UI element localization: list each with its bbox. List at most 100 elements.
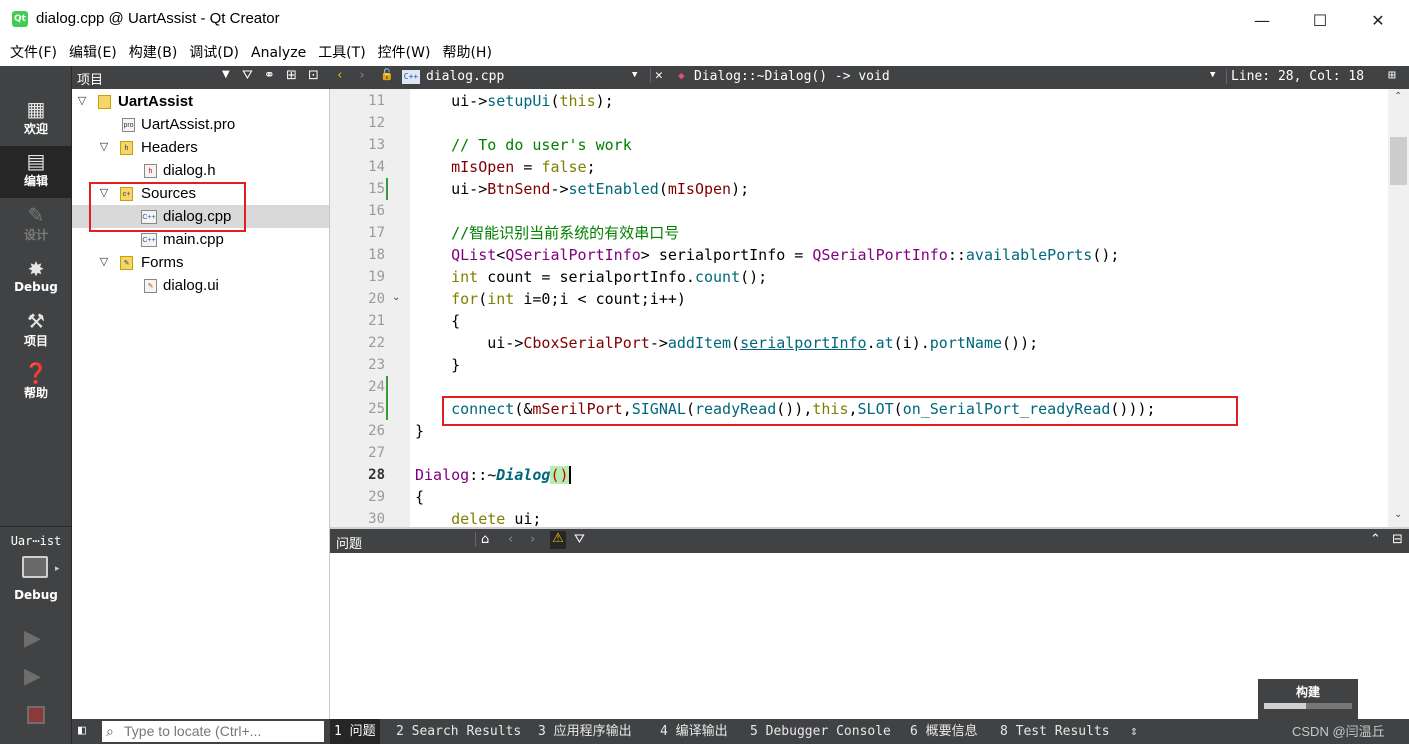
mode-projects[interactable]: ⚒ 项目 [0, 306, 72, 358]
line-number: 18 [368, 247, 385, 263]
output-pane-bar: ◧ ⌕ Type to locate (Ctrl+... 1 问题 2 Sear… [72, 719, 1409, 744]
link-icon[interactable]: ⚭ [264, 68, 275, 83]
mode-edit[interactable]: ▤ 编辑 [0, 146, 72, 198]
line-number: 12 [368, 115, 385, 131]
clean-icon[interactable]: ⌂ [475, 532, 489, 547]
build-progress-label: 构建 [1295, 685, 1320, 699]
fold-chevron-down-icon[interactable]: ⌄ [392, 292, 400, 303]
issues-list[interactable]: 构建 [330, 553, 1409, 719]
debug-run-icon[interactable]: ▶ [24, 664, 41, 689]
menu-analyze[interactable]: Analyze [245, 40, 312, 66]
more-tabs-icon[interactable]: ⇕ [1130, 719, 1138, 744]
scrollbar-thumb[interactable] [1390, 137, 1407, 185]
symbol-dropdown-icon[interactable]: ▼ [1210, 70, 1215, 80]
menu-help[interactable]: 帮助(H) [436, 40, 497, 66]
code-editor[interactable]: ui->setupUi(this); // To do user's work … [410, 89, 1388, 527]
chevron-down-icon[interactable]: ▽ [98, 136, 110, 159]
current-symbol[interactable]: Dialog::~Dialog() -> void [694, 69, 890, 84]
pane-selector-dropdown-icon[interactable]: ▼ [222, 69, 230, 80]
line-number: 27 [368, 445, 385, 461]
mode-help-label: 帮助 [23, 386, 48, 400]
menu-edit[interactable]: 编辑(E) [63, 40, 123, 66]
lock-icon: 🔓 [380, 68, 394, 81]
close-file-icon[interactable]: ✕ [650, 68, 663, 83]
menu-widgets[interactable]: 控件(W) [372, 40, 437, 66]
build-hammer-icon[interactable] [27, 706, 45, 724]
line-number: 30 [368, 511, 385, 527]
toggle-sidebar-icon[interactable]: ◧ [78, 723, 86, 738]
locator-input[interactable]: ⌕ Type to locate (Ctrl+... [102, 721, 324, 742]
tab-general-messages[interactable]: 6 概要信息 [910, 719, 978, 744]
tree-item-pro[interactable]: pro UartAssist.pro [72, 113, 329, 136]
symbol-icon: ◆ [678, 69, 685, 82]
tree-item-headers[interactable]: ▽ h Headers [72, 136, 329, 159]
file-dropdown-icon[interactable]: ▼ [632, 70, 637, 80]
line-number: 29 [368, 489, 385, 505]
tree-item-dialog-ui[interactable]: ✎ dialog.ui [72, 274, 329, 297]
open-file-name[interactable]: dialog.cpp [426, 69, 504, 84]
mode-divider [0, 526, 72, 527]
mode-welcome-label: 欢迎 [23, 122, 48, 136]
menu-bar: 文件(F) 编辑(E) 构建(B) 调试(D) Analyze 工具(T) 控件… [0, 40, 1409, 66]
next-icon[interactable]: › [530, 532, 535, 547]
prev-icon[interactable]: ‹ [508, 532, 513, 547]
maximize-panel-icon[interactable]: ⌃ [1370, 532, 1381, 547]
chevron-down-icon[interactable]: ▽ [76, 90, 88, 113]
mode-projects-label: 项目 [23, 334, 48, 348]
menu-debug[interactable]: 调试(D) [183, 40, 245, 66]
split-editor-icon[interactable]: ⊞ [1388, 68, 1396, 83]
minimize-button[interactable]: — [1233, 0, 1291, 40]
close-button[interactable]: ✕ [1349, 0, 1407, 40]
issues-title: 问题 [336, 537, 363, 552]
close-panel-icon[interactable]: ⊟ [1392, 532, 1403, 547]
chevron-down-icon[interactable]: ▽ [98, 251, 110, 274]
back-icon[interactable]: ‹ [336, 68, 344, 83]
kit-config-label: Debug [14, 588, 58, 602]
warning-filter-icon[interactable]: ⚠ [550, 531, 566, 549]
line-number: 22 [368, 335, 385, 351]
header-file-icon: h [144, 164, 157, 178]
line-number: 17 [368, 225, 385, 241]
tab-compile-output[interactable]: 4 编译输出 [660, 719, 728, 744]
filter-icon[interactable]: ⛛ [574, 532, 585, 547]
cursor-position[interactable]: Line: 28, Col: 18 [1226, 69, 1364, 84]
run-icon[interactable]: ▶ [24, 626, 41, 651]
filter-icon[interactable]: ⛛ [242, 68, 253, 83]
menu-tools[interactable]: 工具(T) [312, 40, 371, 66]
tree-item-label: Forms [141, 254, 184, 271]
mode-debug[interactable]: ✸ Debug [0, 254, 72, 306]
maximize-button[interactable]: ☐ [1291, 0, 1349, 40]
tab-issues[interactable]: 1 问题 [330, 719, 380, 744]
menu-file[interactable]: 文件(F) [4, 40, 63, 66]
editor-vertical-scrollbar[interactable]: ⌃ ⌄ [1388, 89, 1409, 527]
tree-item-forms[interactable]: ▽ ✎ Forms [72, 251, 329, 274]
menu-build[interactable]: 构建(B) [123, 40, 184, 66]
tree-item-label: dialog.ui [163, 277, 219, 294]
monitor-icon[interactable] [22, 556, 48, 578]
connect-highlight-box [442, 396, 1238, 426]
tree-item-dialog-h[interactable]: h dialog.h [72, 159, 329, 182]
document-icon: ▤ [26, 149, 46, 173]
mode-welcome[interactable]: ▦ 欢迎 [0, 94, 72, 146]
tab-search-results[interactable]: 2 Search Results [396, 719, 521, 744]
split-icon[interactable]: ⊞ [286, 68, 297, 83]
forms-folder-icon: ✎ [120, 256, 133, 270]
tab-application-output[interactable]: 3 应用程序输出 [538, 719, 632, 744]
scroll-up-icon[interactable]: ⌃ [1394, 91, 1402, 102]
headers-folder-icon: h [120, 141, 133, 155]
kit-dropdown-icon[interactable]: ▸ [55, 564, 60, 574]
tab-test-results[interactable]: 8 Test Results [1000, 719, 1110, 744]
scroll-down-icon[interactable]: ⌄ [1394, 509, 1402, 520]
sources-highlight-box [89, 182, 246, 232]
ui-file-icon: ✎ [144, 279, 157, 293]
window-title: dialog.cpp @ UartAssist - Qt Creator [36, 10, 280, 27]
forward-icon[interactable]: › [358, 68, 366, 83]
mode-help[interactable]: ❓ 帮助 [0, 358, 72, 410]
close-pane-icon[interactable]: ⊡ [308, 68, 319, 83]
line-number: 20 [368, 291, 385, 307]
tree-item-uartassist[interactable]: ▽ UartAssist [72, 90, 329, 113]
mode-design[interactable]: ✎ 设计 [0, 200, 72, 252]
tab-debugger-console[interactable]: 5 Debugger Console [750, 719, 891, 744]
tree-item-label: UartAssist [118, 93, 194, 110]
change-marker [386, 376, 388, 420]
